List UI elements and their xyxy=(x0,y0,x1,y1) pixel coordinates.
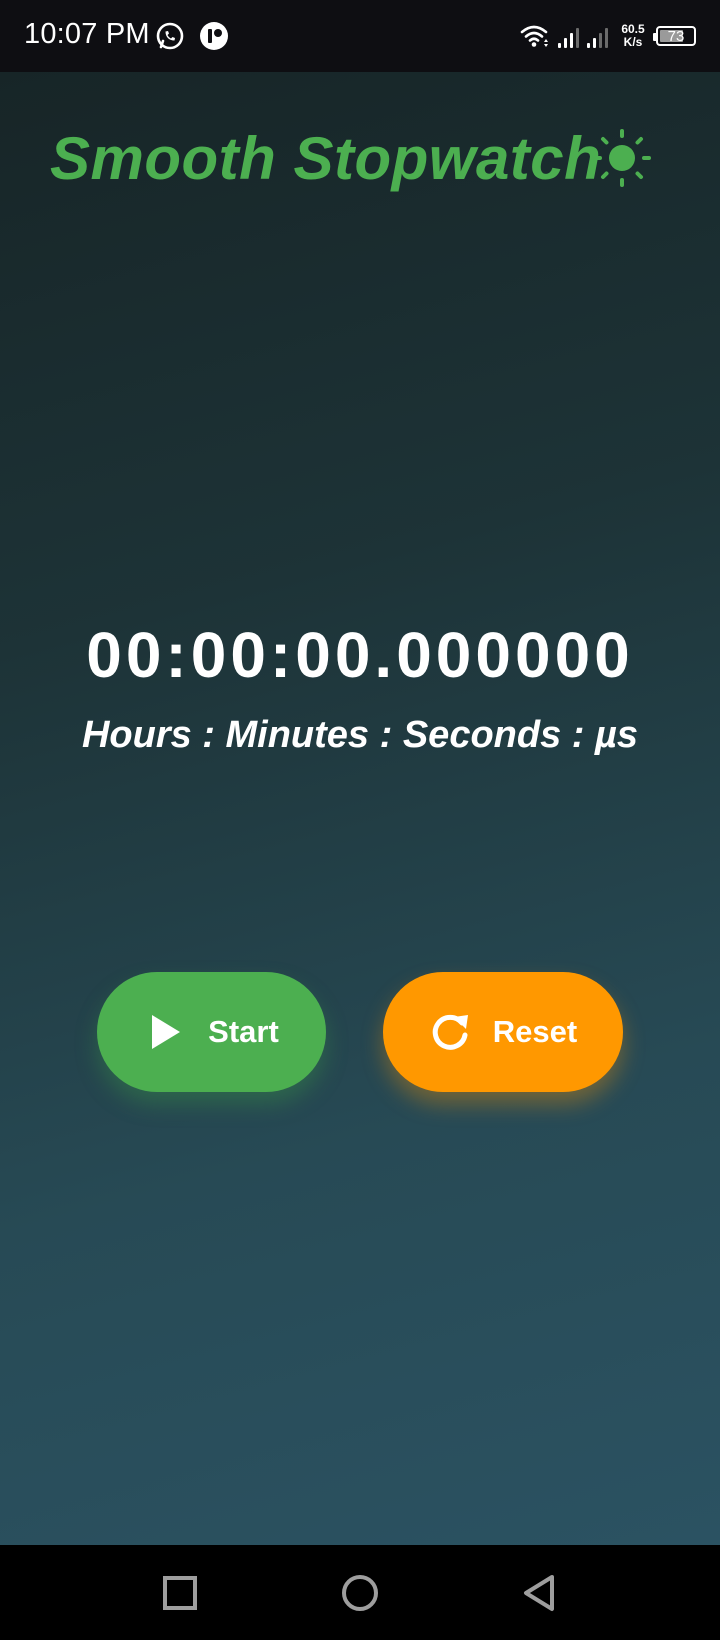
recents-square-icon[interactable] xyxy=(160,1573,200,1613)
reset-button-label: Reset xyxy=(492,1014,578,1049)
sun-icon[interactable] xyxy=(592,128,652,188)
reset-button[interactable]: Reset xyxy=(383,972,623,1092)
wifi-icon xyxy=(520,25,548,47)
start-button[interactable]: Start xyxy=(97,972,326,1092)
whatsapp-icon xyxy=(156,22,184,50)
notification-app-icon xyxy=(200,22,228,50)
home-circle-icon[interactable] xyxy=(340,1573,380,1613)
status-indicators: 60.5 K/s 73 xyxy=(520,18,696,54)
network-speed: 60.5 K/s xyxy=(618,23,648,49)
timer-display: 00:00:00.000000 xyxy=(86,619,634,691)
status-bar: 10:07 PM 60.5 K/s 73 xyxy=(0,0,720,72)
app-title: Smooth Stopwatch xyxy=(50,125,602,192)
refresh-icon xyxy=(432,1014,468,1050)
stopwatch-screen: Smooth Stopwatch 00:00:00.000000 Hours :… xyxy=(0,72,720,1545)
status-time: 10:07 PM xyxy=(24,18,150,50)
start-button-label: Start xyxy=(208,1014,279,1049)
play-icon xyxy=(152,1015,181,1049)
battery-level: 73 xyxy=(667,27,685,45)
signal-strength-sim2-icon xyxy=(587,24,608,48)
battery-icon: 73 xyxy=(653,26,696,46)
network-speed-unit: K/s xyxy=(623,35,643,49)
signal-strength-sim1-icon xyxy=(558,24,579,48)
back-triangle-icon[interactable] xyxy=(520,1573,560,1613)
system-navigation-bar xyxy=(0,1545,720,1640)
timer-caption: Hours : Minutes : Seconds : µs xyxy=(81,714,639,756)
